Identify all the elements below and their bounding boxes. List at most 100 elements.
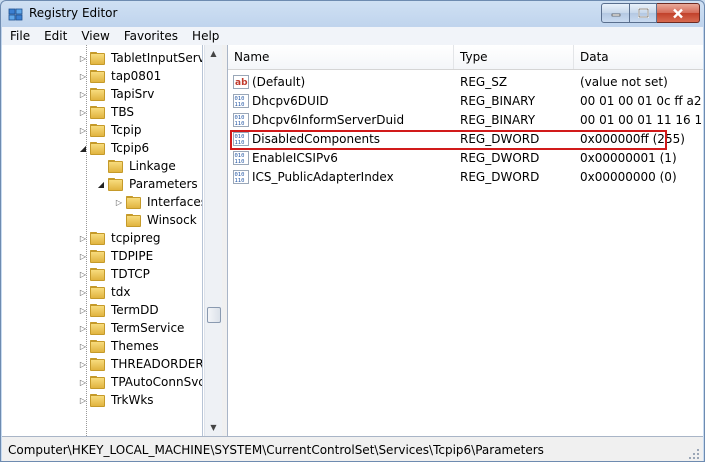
expand-arrow-icon[interactable]: ▷ [78, 305, 88, 315]
highlight-box [230, 130, 667, 150]
status-bar: Computer\HKEY_LOCAL_MACHINE\SYSTEM\Curre… [2, 436, 703, 461]
list-header: Name Type Data [228, 45, 703, 70]
title-bar[interactable]: Registry Editor [1, 1, 704, 27]
expand-arrow-icon[interactable]: ▷ [78, 107, 88, 117]
tree-vertical-scrollbar[interactable]: ▲ ▼ [204, 45, 222, 436]
tree-item-label: Linkage [129, 159, 176, 173]
svg-text:110: 110 [235, 178, 245, 184]
maximize-button[interactable] [630, 3, 657, 23]
tree-item-label: Interfaces [147, 195, 203, 209]
value-row[interactable]: 010 110 Dhcpv6InformServerDuid REG_BINARY 00… [228, 110, 703, 129]
window-title: Registry Editor [29, 6, 118, 20]
column-header-type[interactable]: Type [454, 45, 574, 69]
close-button[interactable] [657, 3, 700, 23]
value-name-cell: 010 110 EnableICSIPv6 [233, 148, 453, 167]
expand-arrow-icon[interactable]: ▷ [78, 89, 88, 99]
folder-icon [90, 375, 106, 389]
expand-arrow-icon[interactable]: ▷ [78, 71, 88, 81]
tree-item[interactable]: ▷ TermDD [78, 301, 159, 319]
tree-item[interactable]: ▷ tcpipreg [78, 229, 161, 247]
value-row[interactable]: ab (Default) REG_SZ (value not set) [228, 72, 703, 91]
value-type: REG_DWORD [460, 169, 540, 184]
folder-icon [126, 213, 142, 227]
maximize-icon [637, 8, 649, 18]
expand-arrow-icon[interactable]: ▷ [78, 359, 88, 369]
tree-item[interactable]: ▷ Tcpip [78, 121, 142, 139]
expand-arrow-icon[interactable]: ▷ [78, 323, 88, 333]
tree-item[interactable]: ▷ THREADORDER [78, 355, 203, 373]
binary-value-icon: 010 110 [233, 112, 249, 127]
tree-item[interactable]: ▷ TDPIPE [78, 247, 153, 265]
expand-arrow-icon[interactable]: ▷ [78, 125, 88, 135]
column-header-name[interactable]: Name [228, 45, 454, 69]
menu-view[interactable]: View [73, 27, 115, 45]
value-data: 00 01 00 01 0c ff a2 00 00 [580, 93, 702, 108]
value-type: REG_SZ [460, 74, 508, 89]
registry-key-tree[interactable]: ▷ TabletInputServic ▷ tap0801 ▷ TapiSrv ▷ TBS ▷ T… [6, 45, 203, 436]
tree-item[interactable]: ▷ tap0801 [78, 67, 161, 85]
menu-favorites[interactable]: Favorites [116, 27, 184, 45]
minimize-button[interactable] [601, 3, 630, 23]
expand-arrow-icon[interactable]: ▷ [78, 287, 88, 297]
expand-arrow-icon[interactable]: ▷ [78, 341, 88, 351]
value-name-cell: 010 110 ICS_PublicAdapterIndex [233, 167, 453, 186]
value-row[interactable]: 010 110 Dhcpv6DUID REG_BINARY 00 01 00 01 0c… [228, 91, 703, 110]
tree-item[interactable]: Linkage [96, 157, 176, 175]
tree-item[interactable]: ▷ TBS [78, 103, 134, 121]
tree-item[interactable]: ▷ TapiSrv [78, 85, 154, 103]
menu-edit[interactable]: Edit [36, 27, 73, 45]
menu-help[interactable]: Help [184, 27, 225, 45]
expand-arrow-icon[interactable]: ▷ [78, 395, 88, 405]
value-data: 00 01 00 01 11 16 14 da [580, 112, 702, 127]
tree-item[interactable]: ▷ Themes [78, 337, 159, 355]
expand-arrow-icon[interactable]: ▷ [78, 251, 88, 261]
menu-file[interactable]: File [2, 27, 36, 45]
scroll-down-arrow-icon[interactable]: ▼ [205, 419, 222, 436]
tree-item[interactable]: ▷ Interfaces [114, 193, 203, 211]
tree-item-label: TabletInputServic [111, 51, 202, 65]
tree-item[interactable]: Winsock [114, 211, 197, 229]
value-name-cell: 010 110 Dhcpv6DUID [233, 91, 453, 110]
folder-icon [90, 69, 106, 83]
tree-item[interactable]: ▷ TermService [78, 319, 185, 337]
expand-arrow-icon[interactable]: ▷ [78, 377, 88, 387]
folder-icon [90, 123, 106, 137]
scroll-up-arrow-icon[interactable]: ▲ [205, 45, 222, 62]
expand-arrow-icon[interactable]: ▷ [78, 269, 88, 279]
tree-item-label: TDPIPE [111, 249, 154, 263]
tree-item-label: TermDD [111, 303, 159, 317]
tree-item[interactable]: ◢ Tcpip6 [78, 139, 149, 157]
column-header-data[interactable]: Data [574, 45, 703, 69]
scroll-thumb[interactable] [207, 307, 221, 323]
svg-text:110: 110 [235, 102, 245, 108]
main-panes: ▷ TabletInputServic ▷ tap0801 ▷ TapiSrv ▷ TBS ▷ T… [2, 45, 703, 436]
tree-item-label: TBS [111, 105, 134, 119]
expand-arrow-icon[interactable]: ▷ [114, 197, 124, 207]
resize-grip-icon[interactable] [688, 448, 700, 460]
tree-item[interactable]: ▷ TrkWks [78, 391, 154, 409]
tree-item[interactable]: ▷ tdx [78, 283, 131, 301]
status-path: Computer\HKEY_LOCAL_MACHINE\SYSTEM\Curre… [8, 443, 544, 457]
tree-item[interactable]: ◢ Parameters [96, 175, 198, 193]
value-type: REG_BINARY [460, 93, 536, 108]
values-list[interactable]: Name Type Data ab (Default) REG_SZ (value n… [228, 45, 703, 436]
folder-icon [90, 141, 106, 155]
value-name: EnableICSIPv6 [252, 150, 338, 165]
tree-item[interactable]: ▷ TabletInputServic [78, 49, 202, 67]
value-name: (Default) [252, 74, 306, 89]
tree-item-label: Tcpip6 [111, 141, 150, 155]
tree-item-label: tcpipreg [111, 231, 161, 245]
expand-arrow-icon[interactable]: ▷ [78, 53, 88, 63]
folder-icon [108, 177, 124, 191]
registry-editor-window: Registry Editor File Edit View Favorites… [0, 0, 705, 462]
value-row[interactable]: 010 110 ICS_PublicAdapterIndex REG_DWORD 0x0… [228, 167, 703, 186]
tree-item-label: THREADORDER [111, 357, 203, 371]
collapse-arrow-icon[interactable]: ◢ [78, 143, 88, 153]
collapse-arrow-icon[interactable]: ◢ [96, 179, 106, 189]
expand-arrow-icon[interactable]: ▷ [78, 233, 88, 243]
tree-item[interactable]: ▷ TPAutoConnSvc [78, 373, 202, 391]
tree-item[interactable]: ▷ TDTCP [78, 265, 150, 283]
value-row[interactable]: 010 110 EnableICSIPv6 REG_DWORD 0x00000001 (… [228, 148, 703, 167]
tree-item-label: TrkWks [111, 393, 154, 407]
